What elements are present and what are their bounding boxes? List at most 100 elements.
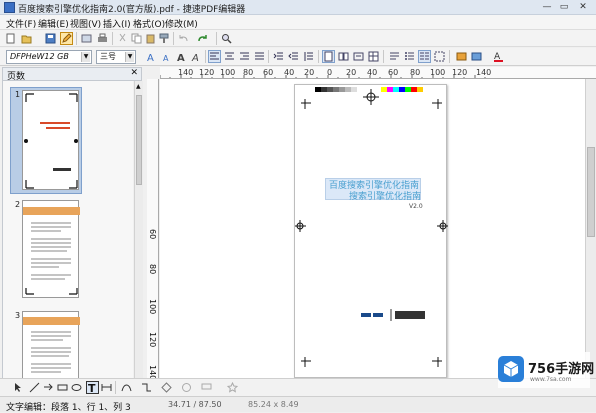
menu-edit[interactable]: 编辑(E) [38, 17, 69, 30]
arrow-tool-icon[interactable] [42, 381, 55, 394]
star-tool-icon[interactable] [226, 381, 239, 394]
align-justify-icon[interactable] [253, 50, 266, 63]
font-shrink-icon[interactable]: A [160, 50, 173, 63]
format-painter-icon[interactable] [158, 32, 171, 45]
close-icon[interactable]: ✕ [130, 68, 138, 78]
vertical-scrollbar[interactable] [585, 79, 596, 378]
thumbnail-scrollbar[interactable]: ▲ [134, 81, 143, 378]
curve-tool-icon[interactable] [120, 381, 133, 394]
svg-text:T: T [88, 382, 96, 393]
list-icon[interactable] [403, 50, 416, 63]
insert-object-icon[interactable] [470, 50, 483, 63]
ruler-label: 60 [148, 229, 157, 240]
pages-panel-header: 页数 ✕ [2, 67, 142, 82]
select-pointer-icon[interactable] [12, 381, 25, 394]
window-title: 百度搜索引擎优化指南2.0(官方版).pdf - 捷速PDF编辑器 [18, 5, 246, 15]
app-icon [4, 2, 15, 13]
ruler-label: 120 [148, 332, 157, 348]
rectangle-tool-icon[interactable] [56, 381, 69, 394]
vertical-text-tool-icon[interactable] [100, 381, 113, 394]
copy-icon[interactable] [130, 32, 143, 45]
font-family-select[interactable]: DFPHeW12 GB ▼ [6, 50, 92, 64]
menu-modify[interactable]: 修改(M) [165, 17, 198, 30]
title-bar: 百度搜索引擎优化指南2.0(官方版).pdf - 捷速PDF编辑器 — ▭ ✕ [0, 0, 596, 15]
main-toolbar [0, 30, 596, 47]
page-number: 3 [15, 311, 21, 320]
svg-text:A: A [147, 53, 154, 62]
page-number: 2 [15, 200, 21, 209]
undo-icon[interactable] [177, 32, 190, 45]
selection-size: 85.24 x 8.49 [248, 400, 299, 409]
font-color-icon[interactable]: A [492, 50, 505, 63]
image-icon[interactable] [455, 50, 468, 63]
font-italic-icon[interactable]: A [190, 50, 203, 64]
format-toolbar: DFPHeW12 GB ▼ 三号 ▼ A A A A A [0, 48, 596, 66]
new-file-icon[interactable] [4, 32, 17, 45]
minimize-button[interactable]: — [539, 1, 555, 13]
border-icon[interactable] [433, 50, 446, 63]
layout-double-icon[interactable] [337, 50, 350, 63]
text-box-icon[interactable] [352, 50, 365, 63]
pdf-page[interactable]: 百度搜索引擎优化指南 搜索引擎优化指南 V2.0 [294, 84, 448, 378]
font-grow-icon[interactable]: A [145, 50, 158, 64]
paste-icon[interactable] [144, 32, 157, 45]
scrollbar-thumb[interactable] [587, 147, 595, 237]
horizontal-ruler: 140 120 100 80 60 40 20 0 20 40 60 80 10… [160, 67, 596, 79]
shape-tool-icon[interactable] [160, 381, 173, 394]
layout-single-icon[interactable] [322, 50, 335, 63]
status-text: 文字编辑：段落 1、行 1、列 3 [6, 403, 131, 413]
line-tool-icon[interactable] [28, 381, 41, 394]
scrollbar-thumb[interactable] [136, 95, 142, 185]
svg-text:A: A [163, 54, 169, 62]
ruler-label: 80 [148, 264, 157, 275]
align-right-icon[interactable] [238, 50, 251, 63]
table-icon[interactable] [367, 50, 380, 63]
doc-version: V2.0 [409, 203, 423, 210]
line-spacing-icon[interactable] [302, 50, 315, 63]
close-button[interactable]: ✕ [573, 1, 593, 13]
page-preview [22, 311, 80, 378]
align-left-icon[interactable] [208, 50, 221, 63]
watermark-badge: 756手游网 [528, 362, 595, 377]
paragraph-icon[interactable] [388, 50, 401, 63]
page-preview [22, 90, 79, 190]
font-size-select[interactable]: 三号 ▼ [96, 50, 136, 64]
align-center-icon[interactable] [223, 50, 236, 63]
status-bar: 文字编辑：段落 1、行 1、列 3 34.71 / 87.50 85.24 x … [0, 396, 596, 413]
save-icon[interactable] [44, 32, 57, 45]
redo-icon[interactable] [196, 32, 209, 45]
outdent-icon[interactable] [287, 50, 300, 63]
ruler-label: 100 [148, 299, 157, 315]
connector-tool-icon[interactable] [140, 381, 153, 394]
doc-title-line2: 搜索引擎优化指南 [349, 192, 422, 202]
font-bold-icon[interactable]: A [175, 50, 188, 64]
font-family-value: DFPHeW12 GB [10, 52, 69, 61]
callout-tool-icon[interactable] [200, 381, 213, 394]
menu-format[interactable]: 格式(O) [133, 17, 165, 30]
indent-icon[interactable] [272, 50, 285, 63]
columns-icon[interactable] [418, 50, 431, 63]
vertical-ruler: 60 80 100 120 140 [147, 79, 159, 380]
watermark-logo-icon [498, 356, 524, 382]
text-tool-icon[interactable]: T [86, 381, 99, 395]
symbol-tool-icon[interactable] [180, 381, 193, 394]
menu-bar: 文件(F) 编辑(E) 视图(V) 插入(I) 格式(O) 修改(M) [0, 15, 596, 30]
font-size-value: 三号 [100, 52, 116, 61]
svg-text:A: A [191, 53, 199, 62]
svg-text:A: A [177, 53, 185, 62]
page-number: 1 [15, 90, 21, 99]
ellipse-tool-icon[interactable] [70, 381, 83, 394]
zoom-icon[interactable] [220, 32, 233, 45]
menu-file[interactable]: 文件(F) [6, 17, 36, 30]
cursor-coordinates: 34.71 / 87.50 [168, 400, 222, 409]
edit-mode-icon[interactable] [60, 32, 73, 45]
menu-view[interactable]: 视图(V) [70, 17, 101, 30]
cut-icon[interactable] [116, 32, 129, 45]
print-icon[interactable] [96, 32, 109, 45]
chevron-down-icon: ▼ [81, 52, 90, 62]
menu-insert[interactable]: 插入(I) [103, 17, 131, 30]
export-icon[interactable] [80, 32, 93, 45]
restore-button[interactable]: ▭ [556, 1, 572, 13]
open-folder-icon[interactable] [20, 32, 33, 45]
watermark-url: www.7sa.com [530, 376, 572, 383]
